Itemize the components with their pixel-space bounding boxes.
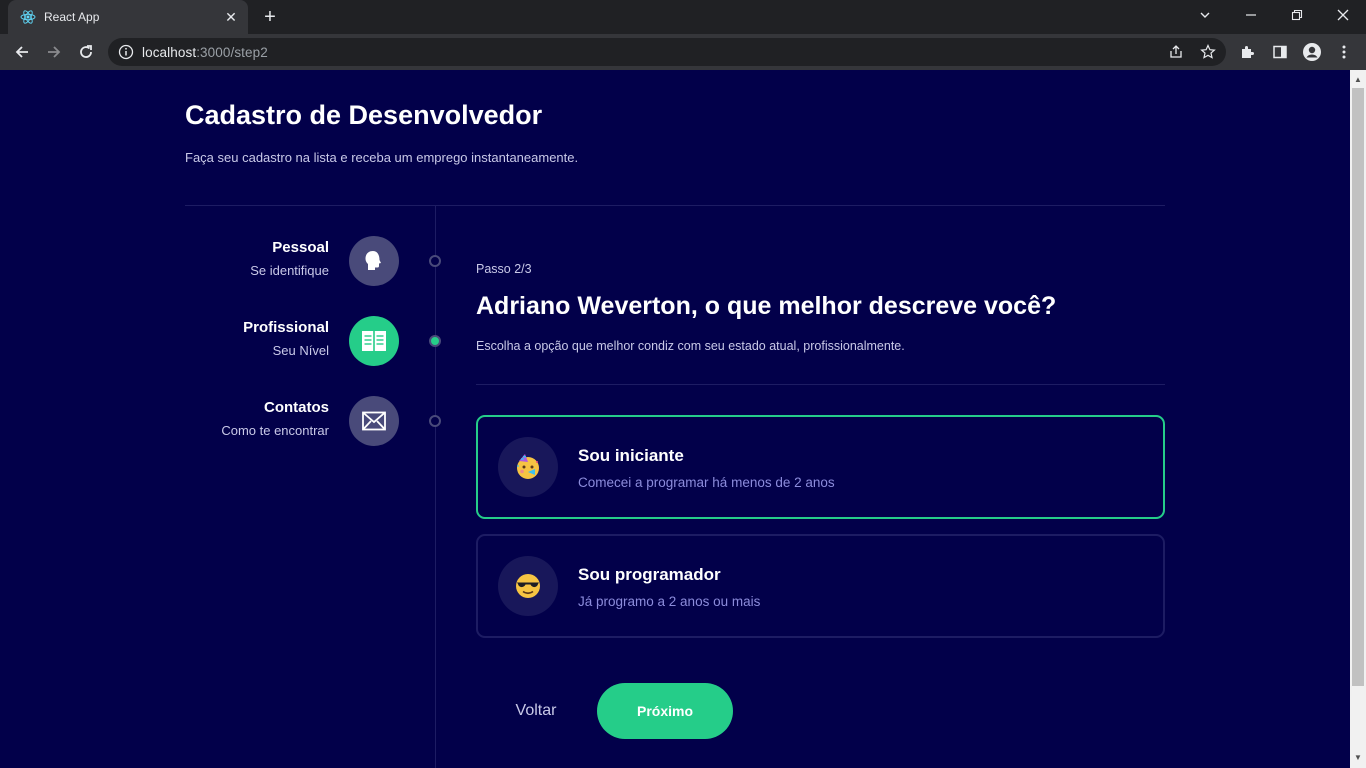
page-viewport: Cadastro de Desenvolvedor Faça seu cadas… <box>0 70 1350 768</box>
party-face-icon <box>517 454 539 479</box>
step-icon-circle <box>349 236 399 286</box>
tab-close-icon[interactable]: ✕ <box>222 8 240 26</box>
step-counter: Passo 2/3 <box>476 262 532 276</box>
forward-arrow-icon[interactable] <box>40 38 68 66</box>
new-tab-icon[interactable]: + <box>259 6 281 28</box>
step-item-contatos[interactable]: Contatos Como te encontrar <box>185 396 441 448</box>
back-button[interactable]: Voltar <box>497 693 575 729</box>
browser-toolbar: localhost:3000/step2 <box>0 34 1366 70</box>
close-window-icon[interactable] <box>1330 4 1356 28</box>
restore-icon[interactable] <box>1284 4 1310 28</box>
kebab-menu-icon[interactable] <box>1334 42 1354 62</box>
step-dot-active <box>429 335 441 347</box>
step-title: Pessoal <box>272 239 329 256</box>
question-subtitle: Escolha a opção que melhor condiz com se… <box>476 339 905 353</box>
url-path: :3000/step2 <box>196 45 268 60</box>
option-title: Sou programador <box>578 565 721 584</box>
step-subtitle: Se identifique <box>250 263 329 278</box>
option-programador[interactable]: Sou programador Já programo a 2 anos ou … <box>476 534 1165 638</box>
step-item-profissional[interactable]: Profissional Seu Nível <box>185 316 441 368</box>
step-subtitle: Como te encontrar <box>221 423 329 438</box>
mail-icon <box>362 411 386 431</box>
step-title: Profissional <box>243 319 329 336</box>
share-icon[interactable] <box>1168 44 1184 60</box>
browser-tab[interactable]: React App ✕ <box>8 0 248 34</box>
option-title: Sou iniciante <box>578 446 684 465</box>
step-icon-circle <box>349 396 399 446</box>
side-panel-icon[interactable] <box>1270 42 1290 62</box>
site-info-icon[interactable] <box>118 44 134 60</box>
option-description: Comecei a programar há menos de 2 anos <box>578 475 835 490</box>
minimize-icon[interactable] <box>1238 4 1264 28</box>
url-text: localhost:3000/step2 <box>142 45 268 60</box>
sidebar-divider <box>435 206 436 768</box>
header-divider <box>185 205 1165 206</box>
tab-title: React App <box>44 10 100 24</box>
user-head-icon <box>365 251 381 270</box>
book-icon <box>362 331 386 351</box>
reload-icon[interactable] <box>72 38 100 66</box>
browser-tab-strip: React App ✕ + <box>0 0 1366 34</box>
step-title: Contatos <box>264 399 329 416</box>
address-bar[interactable]: localhost:3000/step2 <box>108 38 1226 66</box>
step-icon-circle <box>349 316 399 366</box>
url-host: localhost <box>142 45 197 60</box>
step-item-pessoal[interactable]: Pessoal Se identifique <box>185 236 441 288</box>
step-dot <box>429 415 441 427</box>
form-divider <box>476 384 1165 385</box>
step-subtitle: Seu Nível <box>272 343 329 358</box>
extensions-puzzle-icon[interactable] <box>1238 42 1258 62</box>
page-title: Cadastro de Desenvolvedor <box>185 100 543 130</box>
page-subtitle: Faça seu cadastro na lista e receba um e… <box>185 150 579 165</box>
tab-search-icon[interactable] <box>1192 4 1218 28</box>
question-heading: Adriano Weverton, o que melhor descreve … <box>476 292 1057 320</box>
bookmark-star-icon[interactable] <box>1200 44 1216 60</box>
react-favicon-icon <box>20 10 36 24</box>
scrollbar-thumb[interactable] <box>1352 88 1364 686</box>
option-iniciante[interactable]: Sou iniciante Comecei a programar há men… <box>476 415 1165 519</box>
scroll-down-arrow-icon[interactable]: ▼ <box>1350 750 1366 766</box>
step-dot <box>429 255 441 267</box>
profile-avatar-icon[interactable] <box>1302 42 1322 62</box>
option-description: Já programo a 2 anos ou mais <box>578 594 761 609</box>
back-arrow-icon[interactable] <box>8 38 36 66</box>
sunglasses-face-icon <box>516 574 540 598</box>
option-icon-circle <box>498 437 558 497</box>
option-icon-circle <box>498 556 558 616</box>
scroll-up-arrow-icon[interactable]: ▲ <box>1350 72 1366 88</box>
next-button[interactable]: Próximo <box>597 683 733 739</box>
